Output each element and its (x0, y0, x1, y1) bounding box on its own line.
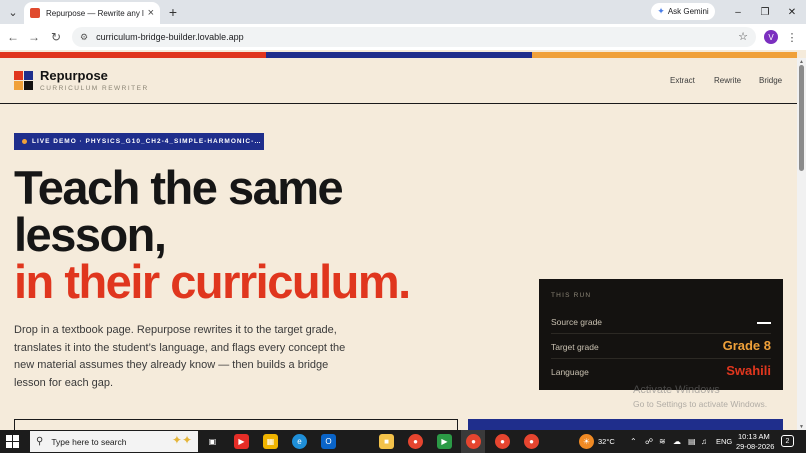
scroll-down-icon[interactable]: ▼ (797, 423, 806, 430)
volume-icon[interactable]: ♫ (701, 437, 707, 446)
meet-app-icon[interactable]: ▶ (437, 434, 452, 449)
brand-tagline: CURRICULUM REWRITER (40, 85, 149, 92)
source-grade-empty-dash (757, 322, 771, 324)
bookmark-star-icon[interactable]: ☆ (738, 30, 748, 43)
wifi-icon[interactable]: ≋ (659, 437, 666, 446)
battery-icon[interactable]: ▤ (688, 437, 696, 446)
reload-icon[interactable]: ↻ (47, 28, 65, 46)
forward-arrow-icon[interactable]: → (25, 28, 43, 46)
network-icon[interactable]: ☍ (645, 437, 653, 446)
youtube-app-icon[interactable]: ▶ (234, 434, 249, 449)
run-divider (551, 358, 771, 359)
weather-icon[interactable]: ☀ (579, 434, 594, 449)
chrome-profile-1-icon[interactable]: ● (466, 434, 481, 449)
ask-gemini-button[interactable]: ✦ Ask Gemini (651, 3, 715, 20)
source-grade-label: Source grade (551, 317, 603, 327)
repurpose-logo-icon[interactable] (14, 71, 33, 90)
headline-line-1: Teach the same (14, 161, 344, 214)
input-language[interactable]: ENG (716, 437, 732, 446)
weather-temperature[interactable]: 32°C (598, 437, 615, 446)
headline-line-2: lesson, (14, 208, 167, 261)
hero-description: Drop in a textbook page. Repurpose rewri… (14, 324, 346, 389)
nav-extract[interactable]: Extract (670, 76, 695, 85)
windows-start-icon[interactable] (6, 435, 20, 449)
chrome-profile-2-icon[interactable]: ● (495, 434, 510, 449)
close-tab-icon[interactable]: × (148, 7, 154, 19)
windows-taskbar: ⚲ Type here to search ✦✦ ▣ ▶ ▦ e O ■ ● ▶… (0, 430, 806, 453)
repurpose-favicon-icon (30, 8, 40, 18)
show-hidden-icons-chevron-icon[interactable]: ⌃ (630, 437, 637, 446)
profile-avatar[interactable]: V (764, 30, 778, 44)
file-explorer-icon[interactable]: ■ (379, 434, 394, 449)
tab-search-chevron-icon[interactable]: ⌄ (4, 3, 22, 21)
url-text[interactable]: curriculum-bridge-builder.lovable.app (96, 32, 244, 42)
live-demo-label: LIVE DEMO · PHYSICS_G10_CH2-4_SIMPLE-HAR… (32, 138, 262, 145)
new-tab-plus-icon[interactable]: + (164, 3, 182, 21)
nav-bridge[interactable]: Bridge (759, 76, 782, 85)
taskbar-search-placeholder: Type here to search (51, 436, 127, 447)
run-divider (551, 333, 771, 334)
tab-title: Repurpose — Rewrite any lesson (46, 8, 144, 18)
taskbar-search-input[interactable]: ⚲ Type here to search ✦✦ (30, 431, 198, 452)
activate-windows-title: Activate Windows (633, 384, 720, 396)
scrollbar-thumb[interactable] (799, 65, 804, 171)
minimize-window-icon[interactable]: – (729, 3, 747, 21)
task-view-icon[interactable]: ▣ (205, 434, 220, 449)
clock-date[interactable]: 29-08-2026 (736, 442, 774, 451)
source-grade-row: Source grade (551, 313, 771, 331)
headline-line-3: in their curriculum. (14, 255, 411, 308)
outlook-app-icon[interactable]: O (321, 434, 336, 449)
scroll-up-icon[interactable]: ▲ (797, 58, 806, 65)
chrome-profile-3-icon[interactable]: ● (524, 434, 539, 449)
activate-windows-subtitle: Go to Settings to activate Windows. (633, 399, 768, 409)
search-highlight-sparkle-icon: ✦✦ (171, 433, 192, 447)
language-value: Swahili (726, 363, 771, 378)
live-indicator-dot-icon (22, 139, 27, 144)
edge-browser-icon[interactable]: e (292, 434, 307, 449)
close-window-icon[interactable]: ✕ (783, 3, 801, 21)
run-card-title: THIS RUN (551, 292, 592, 299)
browser-tab-strip: ⌄ Repurpose — Rewrite any lesson × + ✦ A… (0, 0, 806, 24)
target-grade-value: Grade 8 (722, 338, 771, 353)
gemini-sparkle-icon: ✦ (657, 6, 665, 16)
microsoft-store-icon[interactable]: ▦ (263, 434, 278, 449)
site-header: Repurpose CURRICULUM REWRITER Extract Re… (0, 58, 797, 104)
language-row: Language Swahili (551, 363, 771, 381)
nav-rewrite[interactable]: Rewrite (714, 76, 741, 85)
target-grade-label: Target grade (551, 342, 599, 352)
onedrive-cloud-icon[interactable]: ☁ (673, 437, 681, 446)
browser-toolbar: ← → ↻ ⚙ curriculum-bridge-builder.lovabl… (0, 24, 806, 50)
target-grade-row: Target grade Grade 8 (551, 338, 771, 356)
back-arrow-icon[interactable]: ← (4, 28, 22, 46)
page-scrollbar[interactable]: ▲ ▼ (797, 58, 806, 430)
restore-window-icon[interactable]: ❐ (756, 3, 774, 21)
live-demo-badge: LIVE DEMO · PHYSICS_G10_CH2-4_SIMPLE-HAR… (14, 133, 264, 150)
chrome-app-icon[interactable]: ● (408, 434, 423, 449)
brand-name[interactable]: Repurpose (40, 68, 108, 83)
browser-tab-repurpose[interactable]: Repurpose — Rewrite any lesson × (24, 2, 160, 24)
this-run-card: THIS RUN Source grade Target grade Grade… (539, 279, 783, 390)
browser-menu-icon[interactable]: ⋮ (786, 28, 798, 46)
notifications-icon[interactable]: 2 (781, 435, 794, 447)
ask-gemini-label: Ask Gemini (667, 7, 709, 16)
clock-time[interactable]: 10:13 AM (738, 432, 770, 441)
address-bar[interactable]: ⚙ curriculum-bridge-builder.lovable.app … (72, 27, 756, 47)
language-label: Language (551, 367, 589, 377)
search-icon: ⚲ (36, 436, 44, 447)
site-info-icon[interactable]: ⚙ (80, 32, 88, 43)
